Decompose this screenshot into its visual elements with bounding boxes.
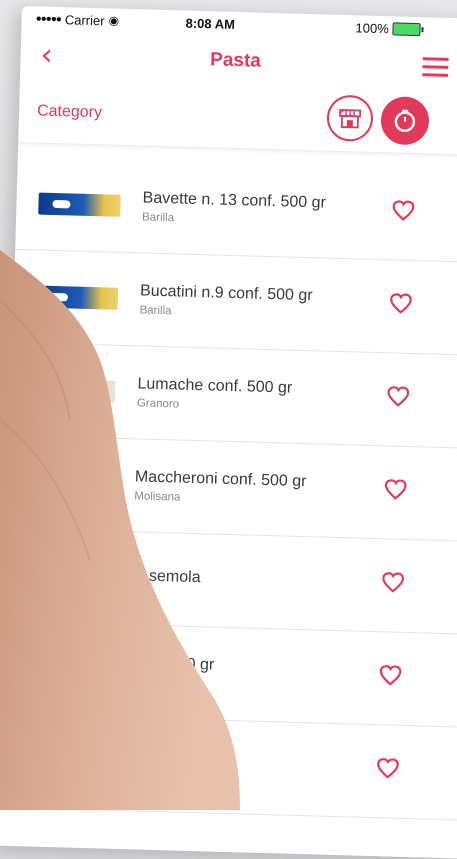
list-item[interactable]: Maccheroni conf. 500 gr Molisana	[7, 435, 457, 542]
product-brand: Granoro	[136, 397, 180, 411]
product-name: onf. 500 gr	[126, 753, 204, 773]
product-info: di semola	[132, 567, 201, 591]
product-brand	[127, 775, 203, 777]
filter-bar: Category	[18, 79, 457, 157]
list-item[interactable]: Bucatini n.9 conf. 500 gr Barilla	[12, 249, 457, 356]
product-name: Lumache conf. 500 gr	[137, 375, 293, 397]
product-name: conf. 500 gr	[129, 654, 215, 674]
heart-icon[interactable]	[377, 662, 404, 689]
product-image	[22, 750, 106, 775]
list-item[interactable]: onf. 500 gr	[0, 714, 457, 821]
heart-icon[interactable]	[374, 755, 401, 782]
product-brand: via	[128, 676, 145, 689]
product-info: onf. 500 gr	[127, 753, 204, 777]
heart-icon[interactable]	[385, 383, 412, 410]
page-title: Pasta	[209, 49, 262, 72]
product-name: Maccheroni conf. 500 gr	[134, 468, 307, 491]
product-name: Bucatini n.9 conf. 500 gr	[139, 282, 313, 305]
product-image	[30, 471, 113, 496]
product-brand: Barilla	[139, 304, 172, 318]
product-info: conf. 500 gr via	[129, 654, 214, 690]
product-image	[27, 564, 111, 589]
timer-icon	[394, 109, 416, 132]
product-image	[32, 378, 116, 403]
battery-percent: 100%	[355, 19, 389, 36]
product-info: Bucatini n.9 conf. 500 gr Barilla	[139, 282, 312, 321]
clock: 8:08 AM	[185, 15, 236, 32]
battery-group: 100%	[355, 20, 421, 37]
product-name: di semola	[131, 567, 201, 587]
product-info: Lumache conf. 500 gr Granoro	[137, 375, 293, 413]
product-brand: Barilla	[141, 211, 175, 225]
category-button[interactable]: Category	[37, 102, 102, 122]
hamburger-icon[interactable]	[422, 57, 449, 82]
phone-screen: ●●●●● Carrier ◉ 8:08 AM 100% ‹ Pasta Cat…	[0, 6, 457, 859]
list-item[interactable]: Bavette n. 13 conf. 500 gr Barilla	[15, 156, 457, 264]
carrier-group: ●●●●● Carrier ◉	[35, 11, 185, 30]
product-image	[35, 285, 119, 310]
carrier-label: Carrier	[64, 11, 105, 28]
timer-button[interactable]	[380, 96, 430, 146]
chevron-left-icon[interactable]: ‹	[40, 38, 53, 73]
product-info: Maccheroni conf. 500 gr Molisana	[134, 468, 307, 507]
list-item[interactable]: conf. 500 gr via	[2, 621, 457, 728]
heart-icon[interactable]	[387, 290, 414, 317]
product-brand	[132, 589, 200, 591]
battery-icon	[392, 21, 421, 36]
heart-icon[interactable]	[390, 197, 417, 224]
product-name: Bavette n. 13 conf. 500 gr	[142, 189, 327, 212]
list-item[interactable]: di semola	[4, 528, 457, 635]
heart-icon[interactable]	[380, 569, 407, 596]
shop-button[interactable]	[326, 94, 374, 142]
product-image	[25, 657, 108, 682]
list-item[interactable]: Lumache conf. 500 gr Granoro	[9, 342, 457, 449]
shop-icon	[339, 109, 362, 129]
wifi-icon: ◉	[108, 13, 120, 28]
product-info: Bavette n. 13 conf. 500 gr Barilla	[142, 189, 326, 228]
heart-icon[interactable]	[382, 476, 409, 503]
signal-icon: ●●●●●	[35, 12, 62, 25]
product-list: Bavette n. 13 conf. 500 gr Barilla Bucat…	[0, 156, 457, 821]
product-image	[38, 192, 121, 217]
product-brand: Molisana	[134, 490, 181, 504]
